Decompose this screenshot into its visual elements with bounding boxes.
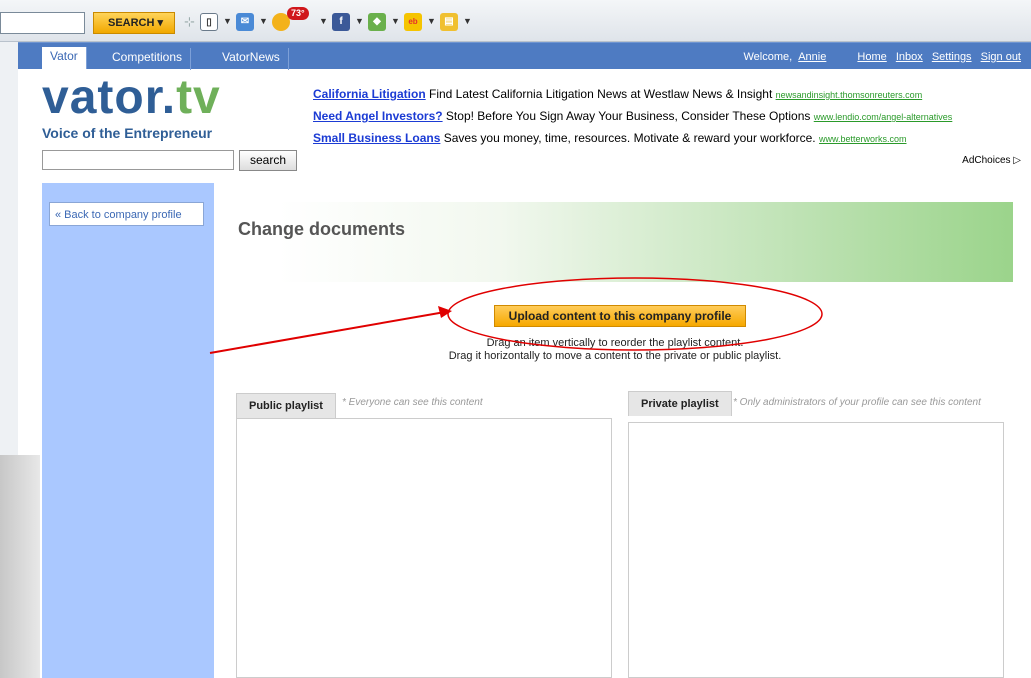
logo-tv-text: tv xyxy=(176,71,221,124)
user-link[interactable]: Annie xyxy=(798,51,826,63)
private-playlist-note: * Only administrators of your profile ca… xyxy=(733,397,981,408)
tab-vatornews[interactable]: VatorNews xyxy=(214,48,289,70)
site-navbar: Vator Competitions VatorNews Welcome, An… xyxy=(18,42,1031,70)
chevron-down-icon[interactable]: ▼ xyxy=(259,16,268,26)
ad-text: Stop! Before You Sign Away Your Business… xyxy=(442,109,814,123)
page-title: Change documents xyxy=(238,219,406,239)
public-playlist-note: * Everyone can see this content xyxy=(342,397,483,408)
ebay-icon[interactable]: eb xyxy=(404,13,422,31)
adchoices-link[interactable]: AdChoices ▷ xyxy=(962,155,1021,166)
ad-url-link[interactable]: www.betterworks.com xyxy=(819,134,907,144)
site-search-input[interactable] xyxy=(42,150,234,170)
facebook-icon[interactable]: f xyxy=(332,13,350,31)
ad-url-link[interactable]: newsandinsight.thomsonreuters.com xyxy=(776,90,923,100)
site-logo[interactable]: vator.tv xyxy=(42,70,221,126)
title-banner xyxy=(278,202,1013,282)
public-playlist-box[interactable] xyxy=(236,418,612,678)
ad-item: California Litigation Find Latest Califo… xyxy=(313,87,1028,109)
page-icon[interactable]: ▯ xyxy=(200,13,218,31)
chevron-down-icon[interactable]: ▼ xyxy=(427,16,436,26)
ad-text: Saves you money, time, resources. Motiva… xyxy=(440,131,819,145)
bookmark-icon[interactable]: ▤ xyxy=(440,13,458,31)
weather-temp-badge: 73° xyxy=(287,7,309,20)
ad-title-link[interactable]: Small Business Loans xyxy=(313,131,440,145)
inbox-link[interactable]: Inbox xyxy=(896,51,923,63)
ad-item: Small Business Loans Saves you money, ti… xyxy=(313,131,1028,153)
settings-link[interactable]: Settings xyxy=(932,51,972,63)
site-tagline: Voice of the Entrepreneur xyxy=(42,125,213,141)
logo-text: vator. xyxy=(42,71,177,124)
ad-title-link[interactable]: Need Angel Investors? xyxy=(313,109,443,123)
arrow-head-icon xyxy=(438,306,452,318)
site-search-button[interactable]: search xyxy=(239,150,297,171)
mail-icon[interactable]: ✉ xyxy=(236,13,254,31)
game-icon[interactable]: ◆ xyxy=(368,13,386,31)
separator-icon: ⊹ xyxy=(184,14,195,29)
ad-item: Need Angel Investors? Stop! Before You S… xyxy=(313,109,1028,131)
toolbar-search-button[interactable]: SEARCH ▾ xyxy=(93,12,175,34)
upload-content-button[interactable]: Upload content to this company profile xyxy=(494,305,746,327)
toolbar-search-input[interactable] xyxy=(0,12,85,34)
browser-toolbar: SEARCH ▾ ⊹ ▯ ▼ ✉ ▼ 73° ▼ f ▼ ◆ ▼ eb ▼ ▤ … xyxy=(0,0,1031,42)
tab-public-playlist[interactable]: Public playlist xyxy=(236,393,336,418)
ad-text: Find Latest California Litigation News a… xyxy=(425,87,776,101)
tab-private-playlist[interactable]: Private playlist xyxy=(628,391,732,416)
chevron-down-icon[interactable]: ▼ xyxy=(391,16,400,26)
ad-url-link[interactable]: www.lendio.com/angel-alternatives xyxy=(814,112,953,122)
user-links: Welcome, Annie Home Inbox Settings Sign … xyxy=(743,51,1021,63)
home-link[interactable]: Home xyxy=(857,51,886,63)
signout-link[interactable]: Sign out xyxy=(981,51,1021,63)
ad-block: California Litigation Find Latest Califo… xyxy=(313,87,1028,153)
back-to-profile-button[interactable]: « Back to company profile xyxy=(49,202,204,226)
private-playlist-box[interactable] xyxy=(628,422,1004,678)
left-sidebar xyxy=(42,183,214,678)
tab-competitions[interactable]: Competitions xyxy=(104,48,192,70)
chevron-down-icon[interactable]: ▼ xyxy=(463,16,472,26)
drag-hint-2: Drag it horizontally to move a content t… xyxy=(448,350,782,362)
chevron-down-icon[interactable]: ▼ xyxy=(355,16,364,26)
chevron-down-icon[interactable]: ▼ xyxy=(319,16,328,26)
drag-hint-1: Drag an item vertically to reorder the p… xyxy=(486,337,744,349)
tab-vator[interactable]: Vator xyxy=(42,47,87,69)
window-shadow xyxy=(0,455,40,678)
welcome-text: Welcome, xyxy=(743,51,793,63)
chevron-down-icon[interactable]: ▼ xyxy=(223,16,232,26)
ad-title-link[interactable]: California Litigation xyxy=(313,87,426,101)
